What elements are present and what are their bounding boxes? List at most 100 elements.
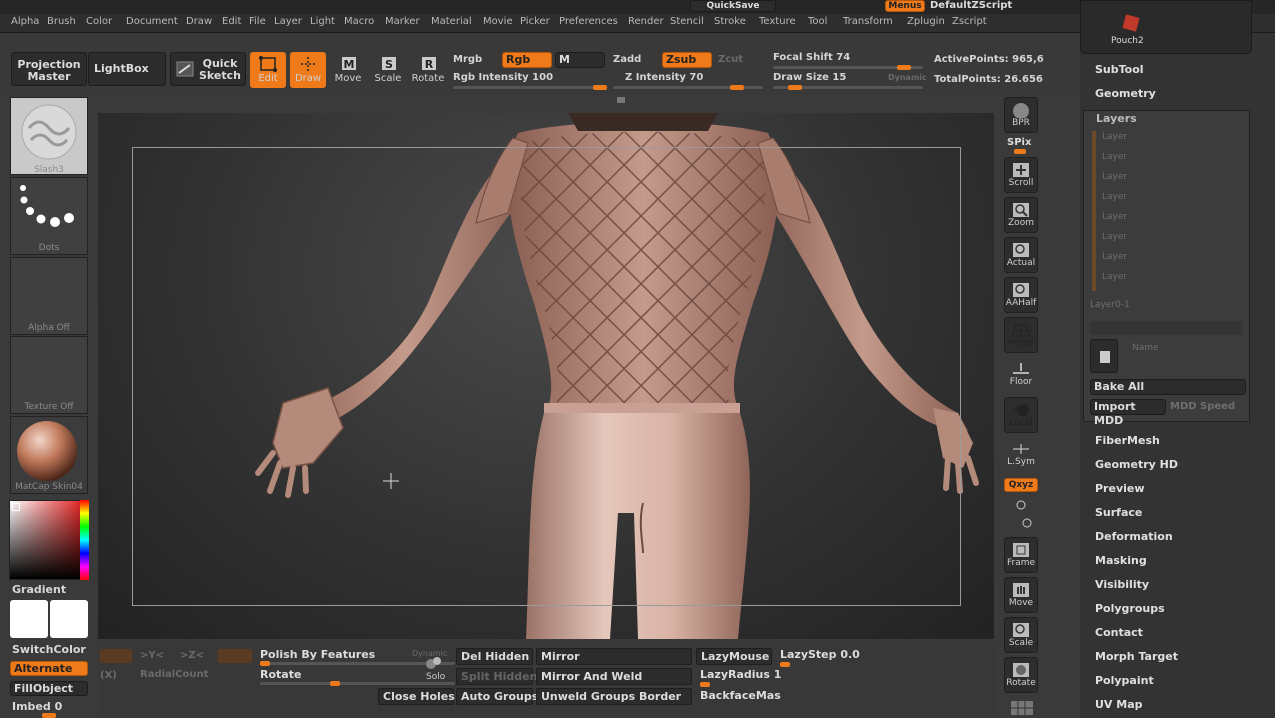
- lsym-button[interactable]: L.Sym: [1004, 437, 1038, 473]
- menus-button[interactable]: Menus: [885, 0, 925, 12]
- preview-section[interactable]: Preview: [1095, 482, 1145, 495]
- scroll-button[interactable]: Scroll: [1004, 157, 1038, 193]
- mrgb-toggle[interactable]: Mrgb: [453, 54, 482, 65]
- backfacemask-toggle[interactable]: BackfaceMas: [700, 689, 781, 702]
- menu-preferences[interactable]: Preferences: [559, 16, 618, 27]
- spix-slider[interactable]: SPix: [1007, 137, 1031, 148]
- layer-row[interactable]: Layer: [1102, 232, 1127, 242]
- y-rotate-icon[interactable]: [1014, 498, 1028, 512]
- draw-button[interactable]: Draw: [290, 52, 326, 88]
- rotate-slider-track[interactable]: [260, 682, 455, 685]
- polypaint-section[interactable]: Polypaint: [1095, 674, 1154, 687]
- lazyradius-knob[interactable]: [700, 682, 710, 687]
- unweld-groups-border-button[interactable]: Unweld Groups Border: [536, 688, 692, 705]
- layer-row[interactable]: Layer: [1102, 132, 1127, 142]
- color-picker[interactable]: [9, 500, 89, 580]
- menu-light[interactable]: Light: [310, 16, 335, 27]
- contact-section[interactable]: Contact: [1095, 626, 1143, 639]
- persp-button[interactable]: Persp: [1004, 317, 1038, 353]
- menu-material[interactable]: Material: [431, 16, 472, 27]
- menu-alpha[interactable]: Alpha: [11, 16, 39, 27]
- menu-stroke[interactable]: Stroke: [714, 16, 746, 27]
- fibermesh-section[interactable]: FiberMesh: [1095, 434, 1160, 447]
- zadd-toggle[interactable]: Zadd: [613, 54, 641, 65]
- radial-count-slider[interactable]: RadialCount: [140, 669, 208, 680]
- morph-target-section[interactable]: Morph Target: [1095, 650, 1178, 663]
- spix-knob[interactable]: [1014, 149, 1026, 154]
- menu-file[interactable]: File: [249, 16, 266, 27]
- rgb-toggle[interactable]: Rgb: [502, 52, 552, 68]
- layer-row[interactable]: Layer: [1102, 152, 1127, 162]
- menu-color[interactable]: Color: [86, 16, 112, 27]
- subtool-section[interactable]: SubTool: [1095, 63, 1144, 76]
- rgb-intensity-slider[interactable]: [453, 86, 605, 89]
- projection-master-button[interactable]: Projection Master: [11, 52, 87, 86]
- menu-tool[interactable]: Tool: [808, 16, 827, 27]
- zcut-toggle[interactable]: Zcut: [718, 54, 743, 65]
- edit-button[interactable]: Edit: [250, 52, 286, 88]
- move-button[interactable]: M Move: [330, 52, 366, 88]
- hue-strip[interactable]: [80, 500, 89, 580]
- solo-icon[interactable]: [424, 655, 444, 671]
- main-color-swatch[interactable]: [10, 600, 48, 638]
- y-symmetry-toggle[interactable]: >Y<: [140, 650, 164, 661]
- menu-picker[interactable]: Picker: [520, 16, 550, 27]
- gradient-label[interactable]: Gradient: [12, 583, 66, 596]
- rgb-intensity-knob[interactable]: [593, 85, 607, 90]
- uv-map-section[interactable]: UV Map: [1095, 698, 1143, 711]
- rotate-slider[interactable]: Rotate: [260, 668, 301, 681]
- lightbox-button[interactable]: LightBox: [88, 52, 166, 86]
- polyframe-grid-icon[interactable]: [1010, 700, 1034, 716]
- fillobject-button[interactable]: FillObject: [10, 681, 88, 696]
- mirror-button[interactable]: Mirror: [536, 648, 692, 665]
- masking-section[interactable]: Masking: [1095, 554, 1147, 567]
- layers-header[interactable]: Layers: [1096, 112, 1137, 125]
- z-intensity-knob[interactable]: [730, 85, 744, 90]
- deformation-section[interactable]: Deformation: [1095, 530, 1173, 543]
- mirror-and-weld-button[interactable]: Mirror And Weld: [536, 668, 692, 685]
- layer-row[interactable]: Layer: [1102, 252, 1127, 262]
- split-hidden-button[interactable]: Split Hidden: [456, 668, 537, 685]
- radial-toggle[interactable]: [218, 649, 252, 663]
- menu-zscript[interactable]: Zscript: [952, 16, 987, 27]
- quicksave-button[interactable]: QuickSave: [690, 0, 776, 12]
- lazyradius-slider[interactable]: LazyRadius 1: [700, 668, 781, 681]
- polish-slider-knob[interactable]: [260, 661, 270, 666]
- imbed-knob[interactable]: [42, 713, 56, 718]
- rotate-slider-knob[interactable]: [330, 681, 340, 686]
- focal-shift-knob[interactable]: [897, 65, 911, 70]
- z-symmetry-toggle[interactable]: >Z<: [180, 650, 204, 661]
- geometry-hd-section[interactable]: Geometry HD: [1095, 458, 1178, 471]
- lazymouse-toggle[interactable]: LazyMouse: [696, 648, 772, 665]
- default-zscript-button[interactable]: DefaultZScript: [930, 0, 1012, 11]
- menu-edit[interactable]: Edit: [222, 16, 241, 27]
- rotate-button[interactable]: R Rotate: [410, 52, 446, 88]
- frame-button[interactable]: Frame: [1004, 537, 1038, 573]
- subtool-thumbnail[interactable]: Pouch2: [1080, 0, 1252, 54]
- menu-marker[interactable]: Marker: [385, 16, 420, 27]
- lazystep-knob[interactable]: [780, 662, 790, 667]
- del-hidden-button[interactable]: Del Hidden: [456, 648, 533, 665]
- close-holes-button[interactable]: Close Holes: [378, 688, 455, 705]
- surface-section[interactable]: Surface: [1095, 506, 1142, 519]
- quick-sketch-button[interactable]: Quick Sketch: [170, 52, 246, 86]
- move-view-button[interactable]: Move: [1004, 577, 1038, 613]
- lazystep-slider[interactable]: LazyStep 0.0: [780, 648, 860, 661]
- zsub-toggle[interactable]: Zsub: [662, 52, 712, 68]
- x-symmetry-toggle[interactable]: [100, 649, 132, 663]
- import-mdd-button[interactable]: Import MDD: [1090, 399, 1166, 427]
- mdd-speed-slider[interactable]: MDD Speed: [1170, 401, 1235, 412]
- visibility-section[interactable]: Visibility: [1095, 578, 1149, 591]
- layers-scrollbar[interactable]: [1092, 131, 1096, 291]
- menu-zplugin[interactable]: Zplugin: [907, 16, 945, 27]
- menu-stencil[interactable]: Stencil: [670, 16, 704, 27]
- menu-transform[interactable]: Transform: [843, 16, 893, 27]
- switchcolor-button[interactable]: SwitchColor: [12, 643, 86, 656]
- layer-actions-row[interactable]: [1090, 321, 1242, 335]
- polish-by-features-slider[interactable]: Polish By Features: [260, 648, 375, 661]
- layer-row[interactable]: Layer: [1102, 192, 1127, 202]
- imbed-slider[interactable]: Imbed 0: [12, 700, 62, 713]
- menu-movie[interactable]: Movie: [483, 16, 513, 27]
- local-symmetry-toggle[interactable]: (X): [100, 670, 117, 681]
- menu-texture[interactable]: Texture: [759, 16, 796, 27]
